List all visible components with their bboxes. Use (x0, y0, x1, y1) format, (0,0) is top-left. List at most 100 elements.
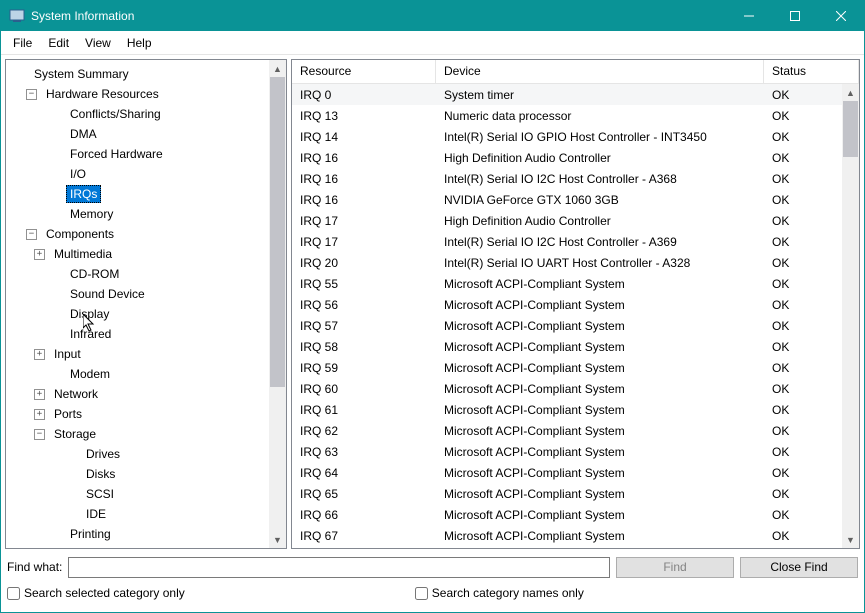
scroll-up-icon[interactable]: ▲ (269, 60, 286, 77)
tree-printing[interactable]: Printing (6, 524, 286, 544)
table-row[interactable]: IRQ 14Intel(R) Serial IO GPIO Host Contr… (292, 126, 842, 147)
tree-ide[interactable]: IDE (6, 504, 286, 524)
menu-file[interactable]: File (5, 33, 40, 53)
tree-modem[interactable]: Modem (6, 364, 286, 384)
cell-resource: IRQ 13 (292, 109, 436, 123)
tree-sound[interactable]: Sound Device (6, 284, 286, 304)
tree-components[interactable]: −Components (6, 224, 286, 244)
tree-cdrom[interactable]: CD-ROM (6, 264, 286, 284)
table-scrollbar[interactable]: ▲ ▼ (842, 84, 859, 548)
find-button[interactable]: Find (616, 557, 734, 578)
expand-icon[interactable]: + (34, 389, 45, 400)
cell-resource: IRQ 16 (292, 151, 436, 165)
table-row[interactable]: IRQ 17Intel(R) Serial IO I2C Host Contro… (292, 231, 842, 252)
scroll-thumb[interactable] (270, 77, 285, 387)
cell-status: OK (764, 151, 842, 165)
table-row[interactable]: IRQ 55Microsoft ACPI-Compliant SystemOK (292, 273, 842, 294)
find-input[interactable] (68, 557, 610, 578)
search-selected-checkbox[interactable]: Search selected category only (7, 586, 185, 600)
cell-resource: IRQ 20 (292, 256, 436, 270)
tree-scrollbar[interactable]: ▲ ▼ (269, 60, 286, 548)
cell-status: OK (764, 130, 842, 144)
close-button[interactable] (818, 1, 864, 31)
cell-resource: IRQ 57 (292, 319, 436, 333)
tree-network[interactable]: +Network (6, 384, 286, 404)
table-row[interactable]: IRQ 0System timerOK (292, 84, 842, 105)
tree-input[interactable]: +Input (6, 344, 286, 364)
tree-drives[interactable]: Drives (6, 444, 286, 464)
tree-storage[interactable]: −Storage (6, 424, 286, 444)
cell-resource: IRQ 66 (292, 508, 436, 522)
scroll-down-icon[interactable]: ▼ (842, 531, 859, 548)
table-row[interactable]: IRQ 66Microsoft ACPI-Compliant SystemOK (292, 504, 842, 525)
cell-device: Intel(R) Serial IO GPIO Host Controller … (436, 130, 764, 144)
tree-scsi[interactable]: SCSI (6, 484, 286, 504)
column-status[interactable]: Status (764, 60, 859, 83)
cell-status: OK (764, 487, 842, 501)
tree-hardware-resources[interactable]: −Hardware Resources (6, 84, 286, 104)
cell-status: OK (764, 466, 842, 480)
table-row[interactable]: IRQ 64Microsoft ACPI-Compliant SystemOK (292, 462, 842, 483)
tree-multimedia[interactable]: +Multimedia (6, 244, 286, 264)
scroll-thumb[interactable] (843, 101, 858, 157)
table-row[interactable]: IRQ 59Microsoft ACPI-Compliant SystemOK (292, 357, 842, 378)
tree-irqs[interactable]: IRQs (6, 184, 286, 204)
cell-status: OK (764, 214, 842, 228)
collapse-icon[interactable]: − (26, 229, 37, 240)
menu-view[interactable]: View (77, 33, 119, 53)
column-device[interactable]: Device (436, 60, 764, 83)
cell-status: OK (764, 361, 842, 375)
menu-edit[interactable]: Edit (40, 33, 77, 53)
table-row[interactable]: IRQ 61Microsoft ACPI-Compliant SystemOK (292, 399, 842, 420)
cell-device: High Definition Audio Controller (436, 151, 764, 165)
table-row[interactable]: IRQ 57Microsoft ACPI-Compliant SystemOK (292, 315, 842, 336)
cell-status: OK (764, 193, 842, 207)
collapse-icon[interactable]: − (26, 89, 37, 100)
tree-conflicts[interactable]: Conflicts/Sharing (6, 104, 286, 124)
cell-resource: IRQ 64 (292, 466, 436, 480)
tree-display[interactable]: Display (6, 304, 286, 324)
tree-system-summary[interactable]: System Summary (6, 64, 286, 84)
tree-disks[interactable]: Disks (6, 464, 286, 484)
table-row[interactable]: IRQ 63Microsoft ACPI-Compliant SystemOK (292, 441, 842, 462)
table-row[interactable]: IRQ 16NVIDIA GeForce GTX 1060 3GBOK (292, 189, 842, 210)
menu-help[interactable]: Help (119, 33, 160, 53)
tree-ports[interactable]: +Ports (6, 404, 286, 424)
tree-memory[interactable]: Memory (6, 204, 286, 224)
scroll-up-icon[interactable]: ▲ (842, 84, 859, 101)
table-row[interactable]: IRQ 60Microsoft ACPI-Compliant SystemOK (292, 378, 842, 399)
scroll-down-icon[interactable]: ▼ (269, 531, 286, 548)
category-tree[interactable]: System Summary −Hardware Resources Confl… (5, 59, 287, 549)
table-row[interactable]: IRQ 20Intel(R) Serial IO UART Host Contr… (292, 252, 842, 273)
cell-resource: IRQ 17 (292, 214, 436, 228)
table-row[interactable]: IRQ 16Intel(R) Serial IO I2C Host Contro… (292, 168, 842, 189)
cell-status: OK (764, 256, 842, 270)
cell-device: Microsoft ACPI-Compliant System (436, 382, 764, 396)
table-row[interactable]: IRQ 16High Definition Audio ControllerOK (292, 147, 842, 168)
table-row[interactable]: IRQ 17High Definition Audio ControllerOK (292, 210, 842, 231)
search-names-checkbox[interactable]: Search category names only (415, 586, 584, 600)
details-table[interactable]: Resource Device Status IRQ 0System timer… (291, 59, 860, 549)
tree-dma[interactable]: DMA (6, 124, 286, 144)
cell-resource: IRQ 55 (292, 277, 436, 291)
expand-icon[interactable]: + (34, 249, 45, 260)
table-row[interactable]: IRQ 67Microsoft ACPI-Compliant SystemOK (292, 525, 842, 546)
expand-icon[interactable]: + (34, 349, 45, 360)
expand-icon[interactable]: + (34, 409, 45, 420)
titlebar[interactable]: System Information (1, 1, 864, 31)
column-resource[interactable]: Resource (292, 60, 436, 83)
table-row[interactable]: IRQ 65Microsoft ACPI-Compliant SystemOK (292, 483, 842, 504)
table-row[interactable]: IRQ 56Microsoft ACPI-Compliant SystemOK (292, 294, 842, 315)
tree-forced-hardware[interactable]: Forced Hardware (6, 144, 286, 164)
close-find-button[interactable]: Close Find (740, 557, 858, 578)
maximize-button[interactable] (772, 1, 818, 31)
table-row[interactable]: IRQ 62Microsoft ACPI-Compliant SystemOK (292, 420, 842, 441)
collapse-icon[interactable]: − (34, 429, 45, 440)
table-row[interactable]: IRQ 58Microsoft ACPI-Compliant SystemOK (292, 336, 842, 357)
cell-device: Microsoft ACPI-Compliant System (436, 298, 764, 312)
table-row[interactable]: IRQ 13Numeric data processorOK (292, 105, 842, 126)
tree-problem-devices[interactable]: Problem Devices (6, 544, 286, 549)
tree-infrared[interactable]: Infrared (6, 324, 286, 344)
minimize-button[interactable] (726, 1, 772, 31)
tree-io[interactable]: I/O (6, 164, 286, 184)
